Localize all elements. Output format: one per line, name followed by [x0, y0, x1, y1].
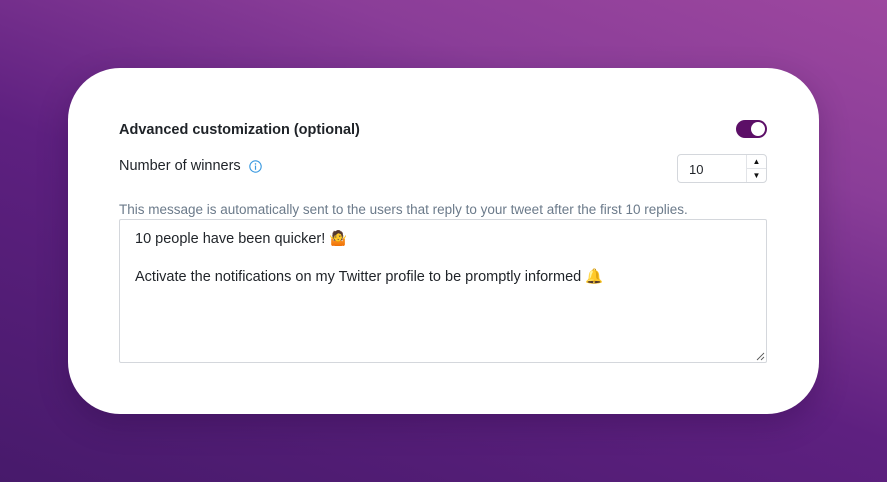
- message-line-2: Activate the notifications on my Twitter…: [135, 269, 604, 285]
- settings-card: Advanced customization (optional) Number…: [68, 68, 819, 414]
- message-line-1: 10 people have been quicker! 🤷: [135, 231, 348, 247]
- message-textarea[interactable]: 10 people have been quicker! 🤷 Activate …: [119, 219, 767, 363]
- chevron-up-icon[interactable]: ▲: [747, 155, 766, 168]
- winners-input[interactable]: 10: [678, 155, 746, 182]
- advanced-customization-title: Advanced customization (optional): [119, 122, 360, 138]
- toggle-knob: [751, 122, 765, 136]
- advanced-customization-toggle[interactable]: [736, 120, 767, 138]
- stepper-arrows: ▲ ▼: [746, 155, 766, 182]
- winners-stepper[interactable]: 10 ▲ ▼: [677, 154, 767, 183]
- chevron-down-icon[interactable]: ▼: [747, 168, 766, 182]
- resize-grip-icon[interactable]: [756, 352, 765, 361]
- winners-row: Number of winners: [119, 158, 262, 174]
- info-icon[interactable]: [248, 159, 262, 173]
- winners-label: Number of winners: [119, 158, 241, 174]
- message-hint: This message is automatically sent to th…: [119, 202, 688, 217]
